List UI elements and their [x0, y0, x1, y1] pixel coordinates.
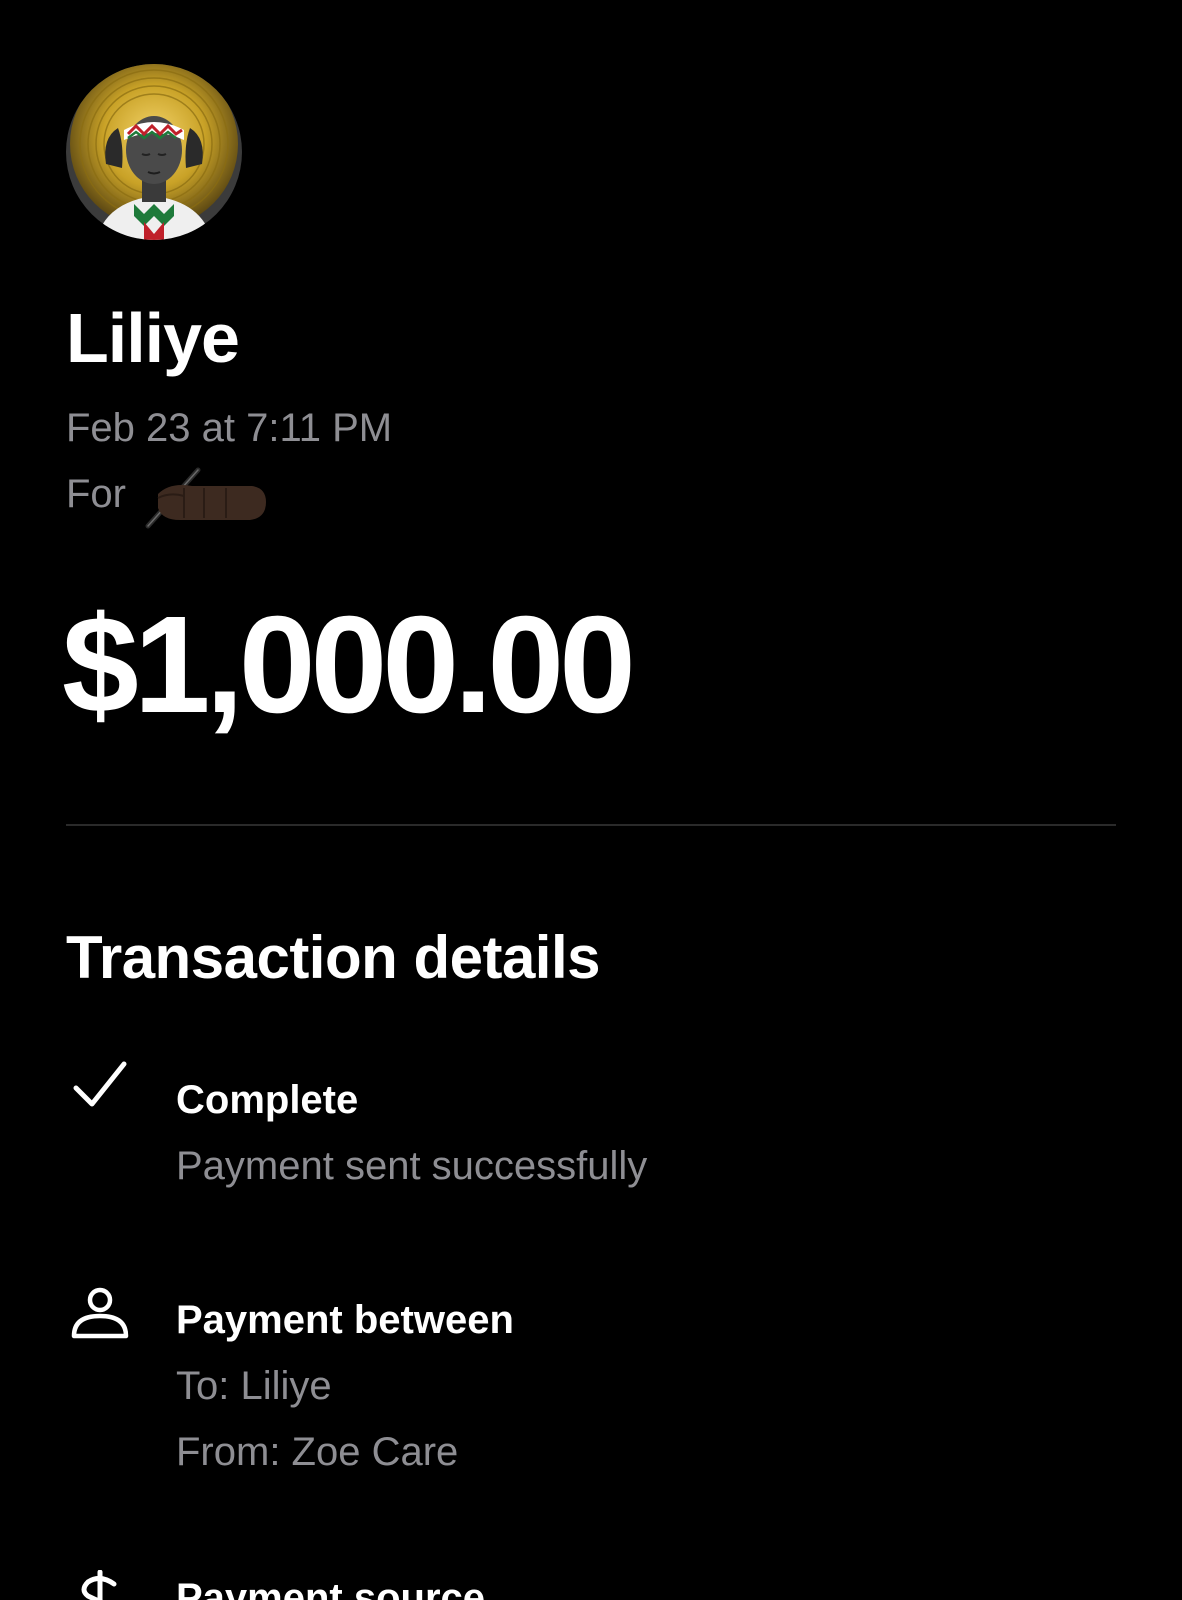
avatar-image	[66, 64, 242, 240]
parties-title: Payment between	[176, 1298, 514, 1342]
recipient-line: To: Liliye	[176, 1364, 332, 1408]
status-subtitle: Payment sent successfully	[176, 1144, 648, 1188]
source-title: Payment source	[176, 1576, 486, 1600]
dollar-icon	[81, 1570, 117, 1600]
section-title: Transaction details	[66, 924, 601, 991]
sender-line: From: Zoe Care	[176, 1430, 459, 1474]
recipient-name: Liliye	[66, 299, 240, 377]
payment-amount: $1,000.00	[62, 588, 636, 742]
avatar[interactable]	[66, 64, 242, 240]
divider	[66, 824, 1116, 826]
checkmark-icon	[73, 1061, 127, 1107]
status-title: Complete	[176, 1078, 359, 1122]
writing-hand-icon	[145, 467, 266, 529]
transaction-date: Feb 23 at 7:11 PM	[66, 406, 393, 450]
transaction-screen: Liliye Feb 23 at 7:11 PM For $1,000.00 T…	[0, 0, 1182, 1600]
person-icon	[71, 1287, 129, 1339]
transaction-note: For	[66, 472, 126, 516]
